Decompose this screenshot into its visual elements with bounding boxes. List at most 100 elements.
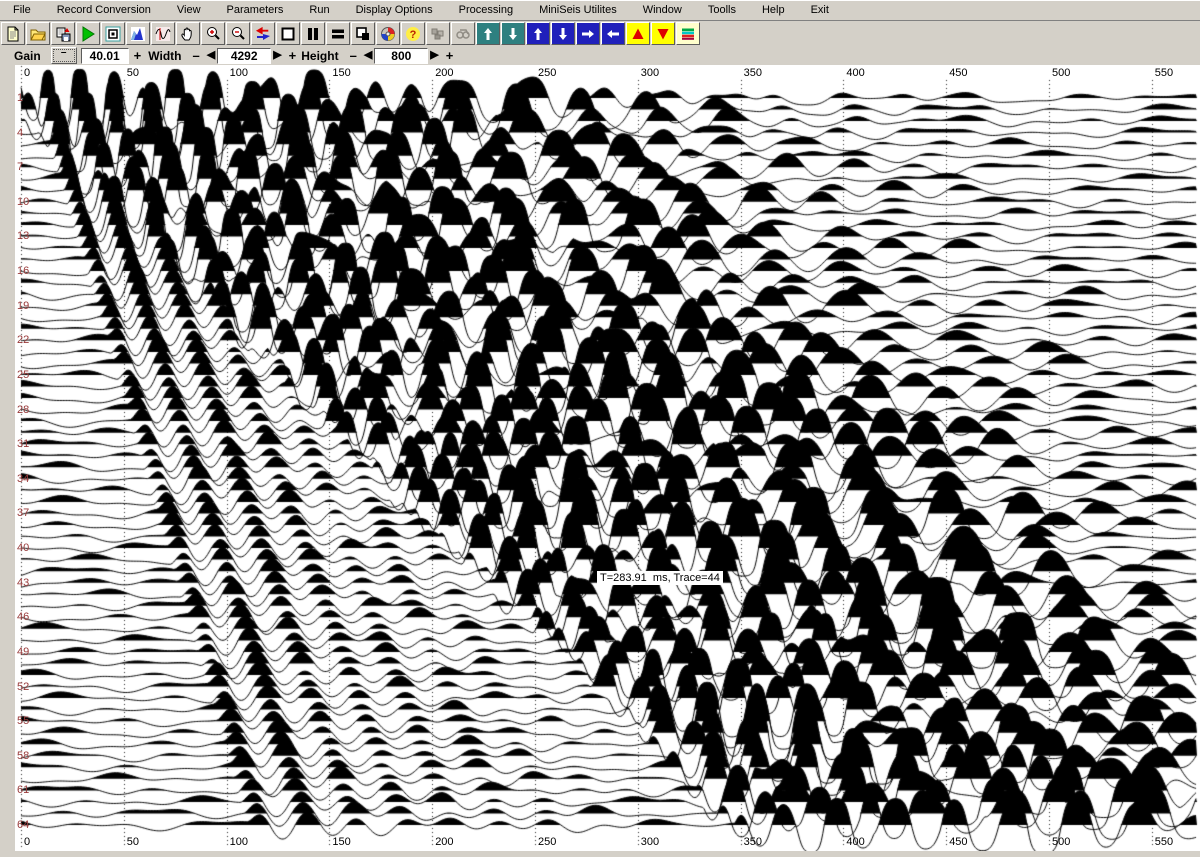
arrow-up-teal-button[interactable] xyxy=(476,22,500,45)
time-axis-top-tick-label: 300 xyxy=(641,67,659,79)
trace-number-label: 19 xyxy=(17,300,29,312)
menu-item-window[interactable]: Window xyxy=(630,0,695,20)
time-axis-top-tick-label: 550 xyxy=(1155,67,1173,79)
trace-number-label: 43 xyxy=(17,577,29,589)
menu-item-miniseis-utilites[interactable]: MiniSeis Utilites xyxy=(526,0,630,20)
menu-item-parameters[interactable]: Parameters xyxy=(214,0,297,20)
wiggle-trace-button[interactable] xyxy=(151,22,175,45)
menu-item-help[interactable]: Help xyxy=(749,0,798,20)
save-record-button[interactable] xyxy=(51,22,75,45)
trace-number-label: 22 xyxy=(17,334,29,346)
arrow-down-blue-button[interactable] xyxy=(551,22,575,45)
pan-hand-icon xyxy=(180,26,196,42)
swap-arrows-icon xyxy=(255,26,271,42)
open-folder-icon xyxy=(30,26,46,42)
new-document-button[interactable] xyxy=(1,22,25,45)
trace-number-label: 58 xyxy=(17,750,29,762)
help-icon: ? xyxy=(405,26,421,42)
width-increase-button[interactable]: + xyxy=(289,48,297,63)
time-axis-bottom-tick-label: 200 xyxy=(435,836,453,848)
triangle-down-button[interactable] xyxy=(651,22,675,45)
zoom-in-button[interactable] xyxy=(201,22,225,45)
trace-number-label: 49 xyxy=(17,646,29,658)
trace-number-label: 25 xyxy=(17,369,29,381)
color-bars-button[interactable] xyxy=(676,22,700,45)
run-play-button[interactable] xyxy=(76,22,100,45)
help-button[interactable]: ? xyxy=(401,22,425,45)
horizontal-bars-button[interactable] xyxy=(326,22,350,45)
menu-bar: FileRecord ConversionViewParametersRunDi… xyxy=(0,0,1200,21)
menu-item-file[interactable]: File xyxy=(0,0,44,20)
time-axis-top-tick-label: 400 xyxy=(846,67,864,79)
arrow-down-blue-icon xyxy=(555,26,571,42)
trace-number-label: 64 xyxy=(17,819,29,831)
trace-number-label: 55 xyxy=(17,715,29,727)
trace-number-label: 52 xyxy=(17,681,29,693)
color-wheel-button[interactable] xyxy=(376,22,400,45)
width-value-field[interactable]: 4292 xyxy=(217,48,271,64)
menu-item-exit[interactable]: Exit xyxy=(798,0,842,20)
arrow-right-blue-button[interactable] xyxy=(576,22,600,45)
swap-arrows-button[interactable] xyxy=(251,22,275,45)
gain-value-field[interactable]: 40.01 xyxy=(81,48,129,64)
triangle-up-button[interactable] xyxy=(626,22,650,45)
arrow-down-teal-button[interactable] xyxy=(501,22,525,45)
arrow-up-teal-icon xyxy=(480,26,496,42)
trace-number-label: 1 xyxy=(17,92,23,104)
stop-button[interactable] xyxy=(101,22,125,45)
overlap-squares-button[interactable] xyxy=(351,22,375,45)
new-document-icon xyxy=(5,26,21,42)
time-axis-bottom-tick-label: 550 xyxy=(1155,836,1173,848)
zoom-out-icon xyxy=(230,26,246,42)
toolbar: ? xyxy=(0,21,1200,47)
menu-item-view[interactable]: View xyxy=(164,0,214,20)
square-outline-icon xyxy=(280,26,296,42)
time-axis-top-tick-label: 500 xyxy=(1052,67,1070,79)
height-increase-button[interactable]: + xyxy=(446,48,454,63)
trace-number-label: 10 xyxy=(17,196,29,208)
trace-number-label: 61 xyxy=(17,784,29,796)
arrow-right-blue-icon xyxy=(580,26,596,42)
open-folder-button[interactable] xyxy=(26,22,50,45)
preview-disabled-button[interactable] xyxy=(451,22,475,45)
width-label: Width xyxy=(148,49,181,63)
process-disabled-button[interactable] xyxy=(426,22,450,45)
arrow-left-blue-button[interactable] xyxy=(601,22,625,45)
trace-number-label: 37 xyxy=(17,507,29,519)
gain-width-height-bar: Gain – 40.01 + Width – ◀ 4292 ▶ + Height… xyxy=(0,46,1200,65)
height-decrease-button[interactable]: – xyxy=(350,48,357,63)
menu-item-processing[interactable]: Processing xyxy=(446,0,526,20)
menu-item-toolls[interactable]: Toolls xyxy=(695,0,749,20)
menu-item-run[interactable]: Run xyxy=(296,0,342,20)
arrow-up-blue-button[interactable] xyxy=(526,22,550,45)
gain-decrease-button[interactable]: – xyxy=(51,47,77,64)
pan-hand-button[interactable] xyxy=(176,22,200,45)
menu-item-record-conversion[interactable]: Record Conversion xyxy=(44,0,164,20)
application-window: FileRecord ConversionViewParametersRunDi… xyxy=(0,0,1200,857)
width-step-left-button[interactable]: ◀ xyxy=(207,48,215,63)
zoom-out-button[interactable] xyxy=(226,22,250,45)
overlap-squares-icon xyxy=(355,26,371,42)
time-axis-bottom-tick-label: 100 xyxy=(230,836,248,848)
menu-item-display-options[interactable]: Display Options xyxy=(343,0,446,20)
seismic-plot-area[interactable]: T=283.91 ms, Trace=44 005050100100150150… xyxy=(0,65,1200,857)
trace-number-label: 40 xyxy=(17,542,29,554)
trace-number-label: 31 xyxy=(17,438,29,450)
height-step-left-button[interactable]: ◀ xyxy=(364,48,372,63)
time-axis-bottom-tick-label: 150 xyxy=(332,836,350,848)
trace-number-label: 16 xyxy=(17,265,29,277)
square-outline-button[interactable] xyxy=(276,22,300,45)
trace-number-label: 7 xyxy=(17,161,23,173)
time-axis-bottom-tick-label: 400 xyxy=(846,836,864,848)
zoom-in-icon xyxy=(205,26,221,42)
width-step-right-button[interactable]: ▶ xyxy=(273,48,281,63)
width-decrease-button[interactable]: – xyxy=(192,48,199,63)
gain-increase-button[interactable]: + xyxy=(134,48,142,63)
pause-bars-button[interactable] xyxy=(301,22,325,45)
height-step-right-button[interactable]: ▶ xyxy=(430,48,438,63)
height-value-field[interactable]: 800 xyxy=(374,48,428,64)
trace-number-label: 34 xyxy=(17,473,29,485)
histogram-button[interactable] xyxy=(126,22,150,45)
seismic-wiggle-canvas[interactable] xyxy=(15,65,1200,851)
trace-number-label: 4 xyxy=(17,127,23,139)
